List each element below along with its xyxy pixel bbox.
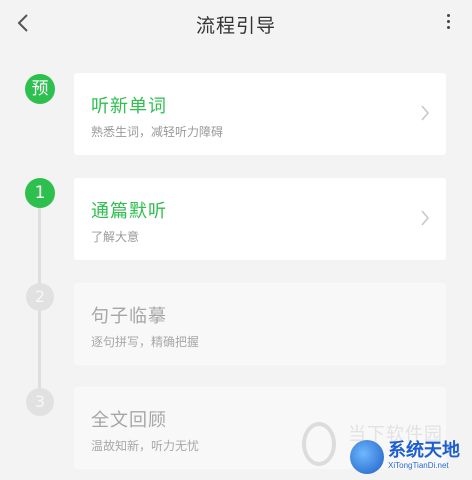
watermark-url: XiTongTianDi.net xyxy=(388,461,449,470)
step-title: 全文回顾 xyxy=(91,410,167,431)
step-badge-preview: 预 xyxy=(25,74,55,104)
watermark-logo: 当下软件园 系统天地 XiTongTianDi.net xyxy=(298,416,472,480)
chevron-right-icon xyxy=(421,105,430,121)
step-connector xyxy=(38,206,41,288)
step-title: 听新单词 xyxy=(91,96,167,117)
step-badge-1: 1 xyxy=(25,178,55,208)
step-subtitle: 温故知新，听力无忧 xyxy=(91,439,200,453)
step-card-sentence-copy: 句子临摹 逐句拼写，精确把握 xyxy=(74,283,446,365)
step-card-listen[interactable]: 通篇默听 了解大意 xyxy=(74,178,446,260)
step-card-new-words[interactable]: 听新单词 熟悉生词，减轻听力障碍 xyxy=(74,73,446,155)
step-subtitle: 了解大意 xyxy=(91,230,140,244)
step-title: 句子临摹 xyxy=(91,306,167,327)
page-title: 流程引导 xyxy=(195,15,276,37)
step-badge-3: 3 xyxy=(26,388,54,416)
watermark-brand: 系统天地 xyxy=(388,440,460,461)
step-title: 通篇默听 xyxy=(91,201,167,222)
step-connector xyxy=(38,310,41,390)
chevron-right-icon xyxy=(421,210,430,226)
watermark-ring-icon xyxy=(302,422,336,466)
step-badge-2: 2 xyxy=(26,283,54,311)
more-options-icon[interactable] xyxy=(444,14,452,32)
globe-icon xyxy=(350,440,384,474)
step-subtitle: 熟悉生词，减轻听力障碍 xyxy=(91,125,224,139)
app-header: 流程引导 xyxy=(0,0,472,48)
step-subtitle: 逐句拼写，精确把握 xyxy=(91,335,200,349)
